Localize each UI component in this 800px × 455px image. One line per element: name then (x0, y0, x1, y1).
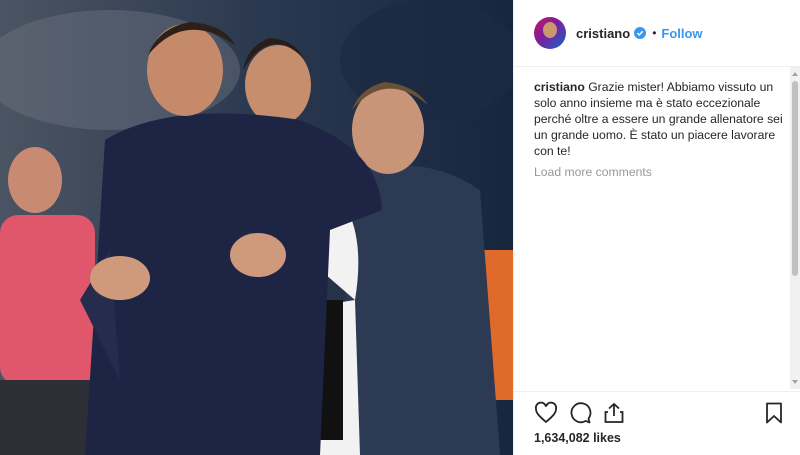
post-header: cristiano • Follow (514, 0, 800, 67)
action-bar (514, 391, 800, 432)
photo-illustration (0, 0, 513, 455)
likes-count[interactable]: 1,634,082 likes (534, 431, 621, 445)
heart-icon[interactable] (534, 401, 558, 425)
bookmark-icon[interactable] (762, 401, 786, 425)
scrollbar-thumb[interactable] (792, 81, 798, 276)
caption-username[interactable]: cristiano (534, 80, 585, 94)
load-more-comments-button[interactable]: Load more comments (534, 165, 800, 179)
post-photo[interactable] (0, 0, 513, 455)
post-side-panel: cristiano • Follow cristiano Grazie mist… (513, 0, 800, 455)
comment-icon[interactable] (568, 401, 592, 425)
scroll-down-arrow-icon[interactable] (792, 380, 798, 384)
header-username[interactable]: cristiano (576, 26, 630, 41)
share-icon[interactable] (602, 401, 626, 425)
separator-dot: • (652, 26, 657, 40)
follow-button[interactable]: Follow (661, 26, 702, 41)
avatar[interactable] (534, 17, 566, 49)
post-caption: cristiano Grazie mister! Abbiamo vissuto… (514, 67, 800, 159)
scroll-up-arrow-icon[interactable] (792, 72, 798, 76)
comments-scrollbar[interactable] (790, 67, 800, 389)
verified-badge-icon (634, 27, 647, 39)
